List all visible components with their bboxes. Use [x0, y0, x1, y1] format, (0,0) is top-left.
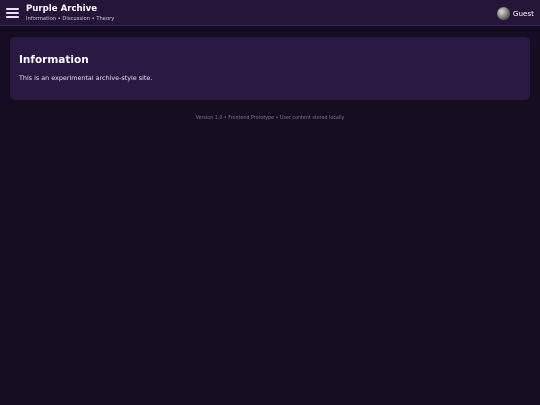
- site-title: Purple Archive: [26, 4, 98, 14]
- user-name[interactable]: Guest: [513, 9, 534, 18]
- user-menu[interactable]: Guest: [496, 6, 534, 20]
- hamburger-menu-icon[interactable]: [6, 7, 19, 18]
- footer-text: Version 1.0 • Frontend Prototype • User …: [195, 116, 345, 121]
- menu-line-top: [6, 8, 19, 10]
- card-title: Information: [19, 54, 89, 66]
- card-body-text: This is an experimental archive-style si…: [19, 74, 153, 82]
- top-bar: Purple Archive Information • Discussion …: [0, 0, 540, 26]
- menu-line-bottom: [6, 16, 19, 18]
- menu-line-middle: [6, 12, 19, 14]
- information-card: Information This is an experimental arch…: [10, 37, 530, 100]
- site-subtitle: Information • Discussion • Theory: [26, 16, 115, 22]
- site-brand[interactable]: Purple Archive Information • Discussion …: [26, 4, 114, 23]
- user-avatar-icon[interactable]: [496, 6, 510, 20]
